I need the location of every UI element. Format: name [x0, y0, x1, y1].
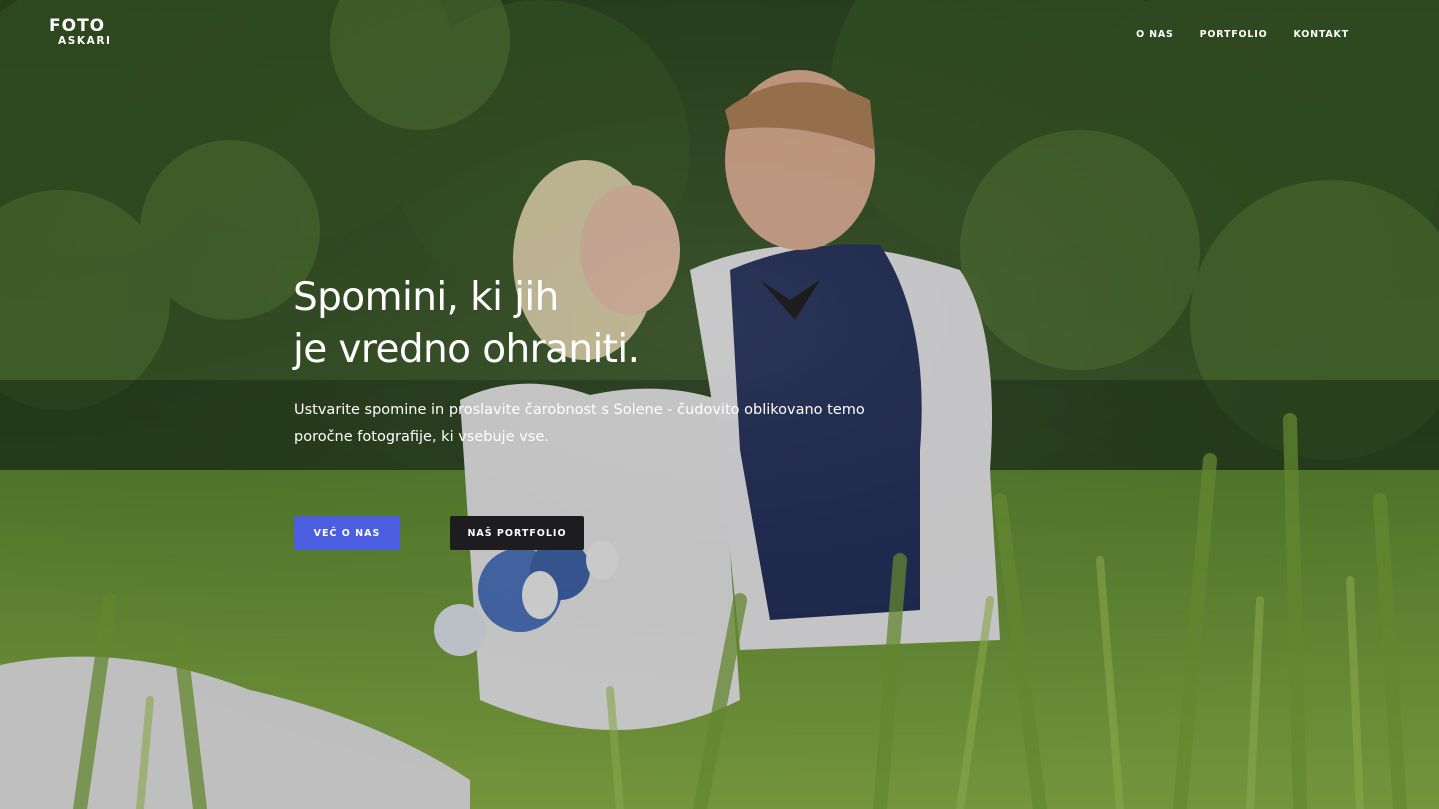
nav-link-portfolio[interactable]: PORTFOLIO — [1200, 29, 1268, 40]
nav-link-o-nas[interactable]: O NAS — [1136, 29, 1174, 40]
our-portfolio-button[interactable]: NAŠ PORTFOLIO — [450, 516, 584, 550]
hero-lead-text: Ustvarite spomine in proslavite čarobnos… — [294, 397, 874, 451]
hero-headline: Spomini, ki jih je vredno ohraniti. — [293, 272, 640, 376]
nav-link-kontakt[interactable]: KONTAKT — [1294, 29, 1350, 40]
hero-headline-line-1: Spomini, ki jih — [293, 275, 559, 320]
hero-lead-line-1: Ustvarite spomine in proslavite čarobnos… — [294, 402, 865, 418]
more-about-us-button[interactable]: VEČ O NAS — [294, 516, 400, 550]
hero-section: FOTO ASKARI O NAS PORTFOLIO KONTAKT Spom… — [0, 0, 1439, 809]
hero-lead-line-2: poročne fotografije, ki vsebuje vse. — [294, 429, 549, 445]
logo-top-text: FOTO — [49, 16, 106, 36]
logo-wordmark: FOTO — [49, 18, 131, 35]
hero-headline-line-2: je vredno ohraniti. — [293, 327, 640, 372]
main-navigation: O NAS PORTFOLIO KONTAKT — [1136, 29, 1349, 40]
site-logo[interactable]: FOTO ASKARI — [49, 18, 131, 50]
logo-subtitle: ASKARI — [58, 35, 112, 47]
